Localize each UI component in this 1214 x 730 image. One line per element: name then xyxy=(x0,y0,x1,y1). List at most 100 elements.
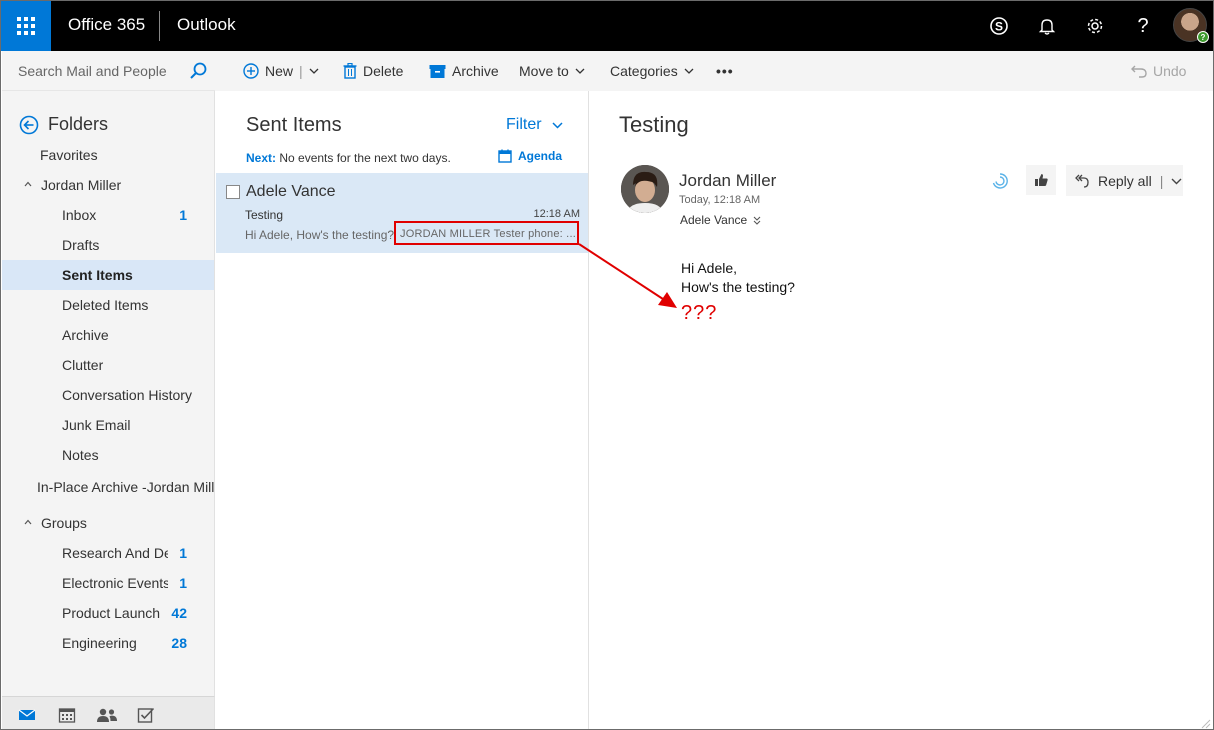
undo-button[interactable]: Undo xyxy=(1131,63,1186,79)
plus-circle-icon xyxy=(243,63,259,79)
reply-all-icon xyxy=(1075,174,1089,188)
folder-junk-email[interactable]: Junk Email xyxy=(2,410,214,440)
unread-count: 1 xyxy=(179,207,187,223)
select-checkbox[interactable] xyxy=(226,185,240,199)
tasks-icon[interactable] xyxy=(137,707,155,723)
unread-count: 1 xyxy=(179,545,187,561)
groups-header[interactable]: Groups xyxy=(2,508,214,538)
folder-archive[interactable]: Archive xyxy=(2,320,214,350)
folders-header[interactable]: Folders xyxy=(19,114,108,135)
folder-label: Junk Email xyxy=(62,417,131,433)
double-chevron-down-icon[interactable] xyxy=(753,216,761,225)
folder-drafts[interactable]: Drafts xyxy=(2,230,214,260)
message-preview: Hi Adele, How's the testing? xyxy=(245,228,395,242)
title-divider xyxy=(159,11,160,41)
folder-conversation-history[interactable]: Conversation History xyxy=(2,380,214,410)
group-label: Electronic Events xyxy=(62,575,168,591)
new-button[interactable]: New | xyxy=(243,63,319,79)
folder-label: Inbox xyxy=(62,207,97,223)
body-line: How's the testing? xyxy=(681,279,795,295)
app-title[interactable]: Outlook xyxy=(177,15,236,35)
in-place-archive-label: In-Place Archive -Jordan Mille xyxy=(37,479,214,495)
recipient-name: Adele Vance xyxy=(680,213,748,227)
group-label: Product Launch E xyxy=(62,605,162,621)
folder-inbox[interactable]: Inbox 1 xyxy=(2,200,214,230)
folder-label: Sent Items xyxy=(62,267,133,283)
mail-icon[interactable] xyxy=(18,707,36,723)
folder-label: Notes xyxy=(62,447,99,463)
spinner-icon xyxy=(985,166,1015,196)
body-line: Hi Adele, xyxy=(681,260,738,276)
agenda-label: Agenda xyxy=(518,149,563,163)
like-button[interactable] xyxy=(1026,165,1056,195)
folder-deleted-items[interactable]: Deleted Items xyxy=(2,290,214,320)
undo-icon xyxy=(1131,64,1147,78)
folder-sent-items[interactable]: Sent Items xyxy=(2,260,214,290)
categories-label: Categories xyxy=(610,63,678,79)
command-bar: New | Delete Archive Move to Categories … xyxy=(215,51,1213,91)
search-box[interactable]: Search Mail and People xyxy=(2,51,215,91)
group-item[interactable]: Engineering 28 xyxy=(2,628,214,658)
in-place-archive[interactable]: In-Place Archive -Jordan Mille xyxy=(2,472,214,502)
search-input[interactable]: Search Mail and People xyxy=(18,63,167,79)
sender-avatar[interactable] xyxy=(621,165,669,213)
list-title: Sent Items xyxy=(246,114,342,136)
back-arrow-icon[interactable] xyxy=(19,115,39,135)
gear-icon[interactable] xyxy=(1082,13,1108,39)
people-icon[interactable] xyxy=(96,707,118,723)
favorites-label: Favorites xyxy=(40,147,98,163)
chevron-down-icon[interactable] xyxy=(309,63,319,79)
chevron-down-icon xyxy=(575,63,585,79)
more-actions-button[interactable]: ••• xyxy=(716,63,734,79)
folder-notes[interactable]: Notes xyxy=(2,440,214,470)
chevron-up-icon[interactable] xyxy=(24,180,32,188)
group-item[interactable]: Product Launch E 42 xyxy=(2,598,214,628)
annotation-question-marks: ??? xyxy=(681,302,718,324)
unread-count: 28 xyxy=(171,635,187,651)
folder-clutter[interactable]: Clutter xyxy=(2,350,214,380)
folder-label: Deleted Items xyxy=(62,297,149,313)
svg-text:S: S xyxy=(995,20,1003,34)
chevron-down-icon[interactable] xyxy=(1171,177,1182,185)
reply-all-button[interactable]: Reply all | xyxy=(1066,165,1183,196)
next-text: No events for the next two days. xyxy=(279,151,451,165)
sender-name[interactable]: Jordan Miller xyxy=(679,171,776,191)
folder-label: Archive xyxy=(62,327,109,343)
help-icon[interactable]: ? xyxy=(1130,13,1156,39)
unread-count: 1 xyxy=(179,575,187,591)
favorites-header[interactable]: Favorites xyxy=(2,140,214,170)
app-launcher-button[interactable] xyxy=(1,1,51,51)
reply-all-label: Reply all xyxy=(1098,172,1152,189)
skype-icon[interactable]: S xyxy=(986,13,1012,39)
chevron-down-icon xyxy=(684,63,694,79)
presence-icon: ? xyxy=(1197,31,1209,43)
group-label: Engineering xyxy=(62,635,137,651)
archive-icon xyxy=(429,64,446,79)
archive-label: Archive xyxy=(452,63,499,79)
agenda-button[interactable]: Agenda xyxy=(498,149,562,163)
recipient-line[interactable]: Adele Vance xyxy=(680,213,761,227)
delete-button[interactable]: Delete xyxy=(343,63,403,79)
archive-button[interactable]: Archive xyxy=(429,63,499,79)
group-label: Research And De xyxy=(62,545,168,561)
annotation-highlight-box xyxy=(394,221,579,245)
filter-button[interactable]: Filter xyxy=(506,116,563,134)
calendar-icon[interactable] xyxy=(58,707,76,723)
search-icon[interactable] xyxy=(188,61,208,81)
categories-button[interactable]: Categories xyxy=(610,63,694,79)
outlook-window: Office 365 Outlook S ? ? Search Mail and… xyxy=(0,0,1214,730)
resize-grip-icon[interactable] xyxy=(1199,717,1211,729)
bell-icon[interactable] xyxy=(1034,13,1060,39)
trash-icon xyxy=(343,63,357,79)
message-from: Adele Vance xyxy=(246,183,336,200)
group-item[interactable]: Research And De 1 xyxy=(2,538,214,568)
folder-label: Clutter xyxy=(62,357,104,373)
move-to-button[interactable]: Move to xyxy=(519,63,585,79)
account-header[interactable]: Jordan Miller xyxy=(2,170,214,200)
folder-pane: Folders Favorites Jordan Miller Inbox 1 D… xyxy=(2,91,215,696)
suite-title[interactable]: Office 365 xyxy=(68,15,145,35)
chevron-up-icon[interactable] xyxy=(24,518,32,526)
undo-label: Undo xyxy=(1153,63,1187,79)
chevron-down-icon xyxy=(552,122,563,129)
group-item[interactable]: Electronic Events 1 xyxy=(2,568,214,598)
